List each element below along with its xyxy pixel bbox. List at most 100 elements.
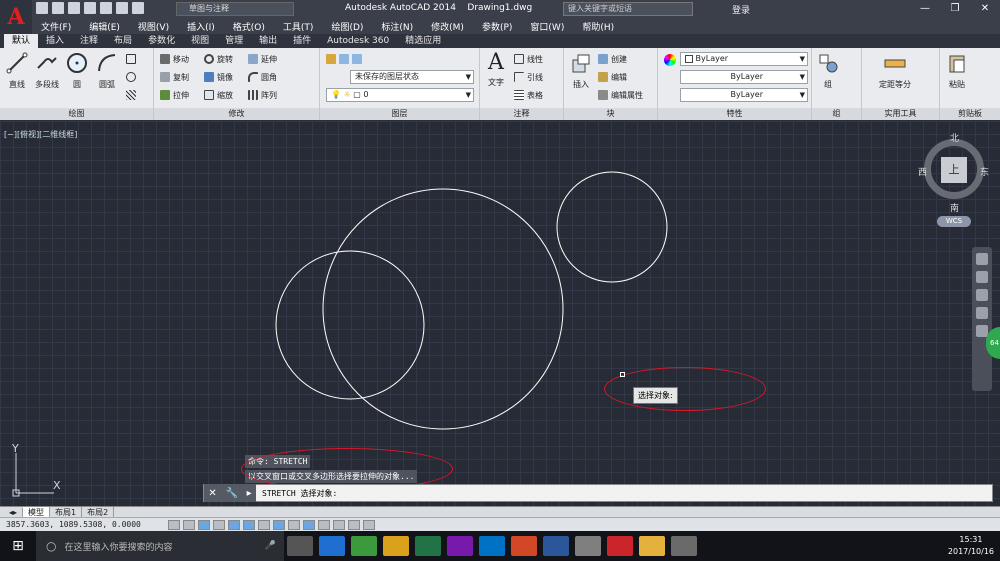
microphone-icon[interactable]: 🎤 (265, 541, 276, 551)
object-snap-toggle[interactable] (243, 519, 255, 530)
tab-autodesk-360[interactable]: Autodesk 360 (319, 34, 397, 48)
chrome-icon[interactable] (383, 536, 409, 556)
start-button[interactable]: ⊞ (0, 531, 36, 561)
tab-layout1[interactable]: 布局1 (50, 506, 83, 518)
workspace-select[interactable]: 草图与注释 (176, 2, 294, 16)
layout-nav-arrows[interactable]: ◂▸ (4, 507, 24, 517)
dynamic-ucs-toggle[interactable] (288, 519, 300, 530)
array-button[interactable]: 阵列 (248, 88, 277, 102)
redo-icon[interactable] (132, 2, 144, 14)
circle-button[interactable]: 圆 (64, 52, 90, 90)
paste-button[interactable]: 粘贴 (944, 52, 970, 90)
quick-properties-toggle[interactable] (348, 519, 360, 530)
selection-cycling-toggle[interactable] (363, 519, 375, 530)
insert-block-button[interactable]: 插入 (566, 52, 596, 90)
save-as-icon[interactable] (84, 2, 96, 14)
edit-attributes-button[interactable]: 编辑属性 (598, 88, 643, 102)
tab-model[interactable]: 模型 (23, 506, 51, 518)
help-search-input[interactable]: 键入关键字或短语 (563, 2, 693, 16)
tab-manage[interactable]: 管理 (217, 34, 251, 48)
compass-south[interactable]: 南 (950, 201, 959, 214)
table-button[interactable]: 表格 (514, 88, 543, 102)
tab-featured-apps[interactable]: 精选应用 (397, 34, 449, 48)
menu-dimension[interactable]: 标注(N) (372, 20, 422, 33)
text-button[interactable]: A 文字 (484, 52, 508, 88)
groups-panel-title[interactable]: 组 (812, 108, 861, 120)
polar-tracking-toggle[interactable] (228, 519, 240, 530)
linear-dimension-button[interactable]: 线性 (514, 52, 543, 66)
circle-entity-medium[interactable] (275, 250, 425, 400)
color-select[interactable]: ByLayer ▼ (680, 52, 808, 66)
tab-insert[interactable]: 插入 (38, 34, 72, 48)
ellipse-button[interactable] (126, 70, 136, 84)
viewcube-top-face[interactable]: 上 (941, 157, 967, 183)
task-view-icon[interactable] (287, 536, 313, 556)
file-explorer-icon[interactable] (639, 536, 665, 556)
modify-panel-title[interactable]: 修改 (154, 108, 319, 120)
edge-icon[interactable] (319, 536, 345, 556)
wrench-icon[interactable]: 🔧 (225, 488, 237, 499)
tab-layout2[interactable]: 布局2 (82, 506, 115, 518)
compass-north[interactable]: 北 (950, 131, 959, 144)
transparency-toggle[interactable] (333, 519, 345, 530)
rectangle-button[interactable] (126, 52, 136, 66)
menu-draw[interactable]: 绘图(D) (322, 20, 372, 33)
circle-entity-large[interactable] (322, 188, 564, 430)
draw-panel-title[interactable]: 绘图 (0, 108, 153, 120)
create-block-button[interactable]: 创建 (598, 52, 627, 66)
mirror-button[interactable]: 镜像 (204, 70, 233, 84)
excel-icon[interactable] (415, 536, 441, 556)
line-button[interactable]: 直线 (4, 52, 30, 90)
tab-parametric[interactable]: 参数化 (140, 34, 183, 48)
layer-properties-button[interactable] (326, 52, 362, 66)
scale-button[interactable]: 缩放 (204, 88, 233, 102)
annotation-panel-title[interactable]: 注释 (480, 108, 563, 120)
lineweight-toggle[interactable] (318, 519, 330, 530)
orbit-icon[interactable] (976, 307, 988, 319)
app-icon[interactable] (671, 536, 697, 556)
stretch-button[interactable]: 拉伸 (160, 88, 189, 102)
menu-help[interactable]: 帮助(H) (573, 20, 623, 33)
ie-icon[interactable] (351, 536, 377, 556)
layer-state-select[interactable]: 未保存的图层状态 ▼ (350, 70, 474, 84)
extend-button[interactable]: 延伸 (248, 52, 277, 66)
linetype-select[interactable]: ByLayer ▼ (680, 70, 808, 84)
rotate-button[interactable]: 旋转 (204, 52, 233, 66)
menu-view[interactable]: 视图(V) (129, 20, 178, 33)
print-icon[interactable] (100, 2, 112, 14)
tab-default[interactable]: 默认 (4, 34, 39, 48)
menu-format[interactable]: 格式(O) (224, 20, 274, 33)
command-prompt-icon[interactable]: ▸ (247, 488, 252, 499)
command-input[interactable]: STRETCH 选择对象: (256, 488, 337, 499)
powerpoint-icon[interactable] (511, 536, 537, 556)
tab-view[interactable]: 视图 (183, 34, 217, 48)
autocad-taskbar-icon[interactable] (607, 536, 633, 556)
open-icon[interactable] (52, 2, 64, 14)
menu-modify[interactable]: 修改(M) (422, 20, 473, 33)
menu-edit[interactable]: 编辑(E) (80, 20, 129, 33)
fillet-button[interactable]: 圆角 (248, 70, 277, 84)
copy-button[interactable]: 复制 (160, 70, 189, 84)
dynamic-input-toggle[interactable] (303, 519, 315, 530)
save-icon[interactable] (68, 2, 80, 14)
menu-parametric[interactable]: 参数(P) (473, 20, 521, 33)
polyline-button[interactable]: 多段线 (32, 52, 62, 90)
leader-button[interactable]: 引线 (514, 70, 543, 84)
pan-icon[interactable] (976, 271, 988, 283)
compass-west[interactable]: 西 (918, 165, 927, 178)
utilities-panel-title[interactable]: 实用工具 (862, 108, 939, 120)
tab-output[interactable]: 输出 (251, 34, 285, 48)
hatch-button[interactable] (126, 88, 136, 102)
clipboard-panel-title[interactable]: 剪贴板 (940, 108, 1000, 120)
object-snap-tracking-toggle[interactable] (273, 519, 285, 530)
menu-window[interactable]: 窗口(W) (521, 20, 573, 33)
grid-display-toggle[interactable] (198, 519, 210, 530)
sign-in-button[interactable]: 登录 (732, 3, 750, 16)
command-line[interactable]: ✕ 🔧 ▸ STRETCH 选择对象: (203, 484, 993, 502)
drawing-entities[interactable] (0, 121, 1000, 506)
close-icon[interactable]: ✕ (208, 488, 216, 499)
layer-select[interactable]: 💡 ☼ ▢ 0 ▼ (326, 88, 474, 102)
steering-wheel-icon[interactable] (976, 253, 988, 265)
3d-osnap-toggle[interactable] (258, 519, 270, 530)
restore-icon[interactable]: ❐ (940, 0, 970, 18)
